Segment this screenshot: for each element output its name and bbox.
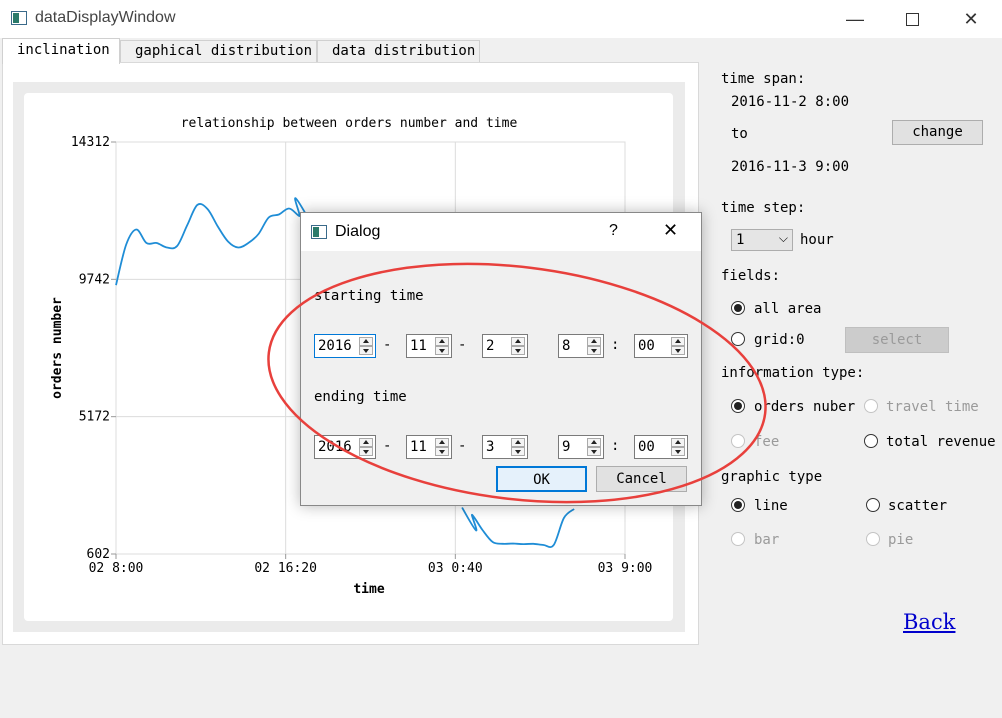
- spin-arrows-icon[interactable]: [511, 438, 525, 456]
- start-hour-spinbox[interactable]: 8: [558, 334, 604, 358]
- fields-label: fields:: [721, 268, 781, 284]
- hour-label: hour: [800, 232, 834, 248]
- all-area-label: all area: [754, 301, 822, 317]
- bar-label: bar: [754, 532, 780, 548]
- radio-orders-number[interactable]: [731, 399, 745, 413]
- start-day-value: 2: [486, 338, 495, 354]
- line-label: line: [754, 498, 788, 514]
- time-step-value: 1: [736, 232, 745, 248]
- spin-arrows-icon[interactable]: [587, 438, 601, 456]
- y-tick-label: 14312: [71, 135, 110, 150]
- x-axis: 02 8:00 02 16:20 03 0:40 03 9:00: [89, 554, 653, 576]
- start-year-value: 2016: [318, 338, 352, 354]
- start-minute-spinbox[interactable]: 00: [634, 334, 688, 358]
- starting-time-label: starting time: [314, 288, 424, 304]
- graphic-type-label: graphic type: [721, 469, 823, 485]
- chevron-down-icon: ⌵: [778, 231, 788, 245]
- ok-button[interactable]: OK: [496, 466, 587, 492]
- end-month-spinbox[interactable]: 11: [406, 435, 452, 459]
- y-tick-label: 602: [87, 547, 110, 562]
- travel-time-label: travel time: [886, 399, 979, 415]
- dash-separator: -: [383, 337, 392, 353]
- fee-label: fee: [754, 434, 780, 450]
- grid-label: grid:0: [754, 332, 805, 348]
- x-tick-label: 02 16:20: [254, 561, 317, 576]
- radio-line[interactable]: [731, 498, 745, 512]
- time-step-select[interactable]: 1 ⌵: [731, 229, 793, 251]
- y-axis: 14312 9742 5172 602: [71, 135, 116, 562]
- colon-separator: :: [611, 337, 620, 353]
- maximize-icon[interactable]: [889, 0, 935, 38]
- to-label: to: [731, 126, 748, 142]
- radio-travel-time[interactable]: [864, 399, 878, 413]
- minimize-icon[interactable]: —: [832, 0, 878, 38]
- end-minute-spinbox[interactable]: 00: [634, 435, 688, 459]
- pie-label: pie: [888, 532, 914, 548]
- scatter-label: scatter: [888, 498, 948, 514]
- y-tick-label: 5172: [79, 410, 110, 425]
- spin-arrows-icon[interactable]: [587, 337, 601, 355]
- start-year-spinbox[interactable]: 2016: [314, 334, 376, 358]
- end-minute-value: 00: [638, 439, 655, 455]
- help-icon[interactable]: ?: [609, 222, 618, 240]
- orders-number-label: orders nuber: [754, 399, 856, 415]
- start-day-spinbox[interactable]: 2: [482, 334, 528, 358]
- cancel-button[interactable]: Cancel: [596, 466, 687, 492]
- spin-arrows-icon[interactable]: [359, 438, 373, 456]
- end-year-spinbox[interactable]: 2016: [314, 435, 376, 459]
- colon-separator: :: [611, 438, 620, 454]
- spin-arrows-icon[interactable]: [671, 337, 685, 355]
- radio-scatter[interactable]: [866, 498, 880, 512]
- back-link[interactable]: Back: [903, 610, 955, 634]
- dash-separator: -: [383, 438, 392, 454]
- tab-inclination[interactable]: inclination: [2, 38, 120, 64]
- change-button[interactable]: change: [892, 120, 983, 145]
- x-tick-label: 02 8:00: [89, 561, 144, 576]
- radio-bar[interactable]: [731, 532, 745, 546]
- end-hour-value: 9: [562, 439, 571, 455]
- radio-all-area[interactable]: [731, 301, 745, 315]
- select-button[interactable]: select: [845, 327, 949, 353]
- dialog-app-icon: [311, 225, 327, 239]
- spin-arrows-icon[interactable]: [435, 337, 449, 355]
- start-minute-value: 00: [638, 338, 655, 354]
- radio-pie[interactable]: [866, 532, 880, 546]
- end-year-value: 2016: [318, 439, 352, 455]
- radio-total-revenue[interactable]: [864, 434, 878, 448]
- radio-grid[interactable]: [731, 332, 745, 346]
- dash-separator: -: [458, 438, 467, 454]
- end-day-value: 3: [486, 439, 495, 455]
- total-revenue-label: total revenue: [886, 434, 996, 450]
- x-axis-label: time: [353, 582, 384, 597]
- spin-arrows-icon[interactable]: [671, 438, 685, 456]
- x-tick-label: 03 9:00: [598, 561, 653, 576]
- end-month-value: 11: [410, 439, 427, 455]
- time-step-label: time step:: [721, 200, 806, 216]
- dialog-close-icon[interactable]: ✕: [663, 220, 678, 241]
- information-type-label: information type:: [721, 365, 865, 381]
- end-hour-spinbox[interactable]: 9: [558, 435, 604, 459]
- radio-fee[interactable]: [731, 434, 745, 448]
- start-time-value: 2016-11-2 8:00: [731, 94, 850, 110]
- end-day-spinbox[interactable]: 3: [482, 435, 528, 459]
- close-icon[interactable]: ✕: [948, 0, 994, 38]
- y-axis-label: orders number: [50, 297, 65, 399]
- spin-arrows-icon[interactable]: [359, 337, 373, 355]
- spin-arrows-icon[interactable]: [435, 438, 449, 456]
- start-month-spinbox[interactable]: 11: [406, 334, 452, 358]
- end-time-value: 2016-11-3 9:00: [731, 159, 850, 175]
- spin-arrows-icon[interactable]: [511, 337, 525, 355]
- dash-separator: -: [458, 337, 467, 353]
- dialog-title: Dialog: [335, 223, 381, 240]
- start-hour-value: 8: [562, 338, 571, 354]
- chart-title: relationship between orders number and t…: [181, 116, 518, 131]
- y-tick-label: 9742: [79, 272, 110, 287]
- time-span-label: time span:: [721, 71, 806, 87]
- dialog-window: Dialog ? ✕ starting time 2016 - 11 - 2 8…: [300, 212, 702, 506]
- ending-time-label: ending time: [314, 389, 407, 405]
- start-month-value: 11: [410, 338, 427, 354]
- x-tick-label: 03 0:40: [428, 561, 483, 576]
